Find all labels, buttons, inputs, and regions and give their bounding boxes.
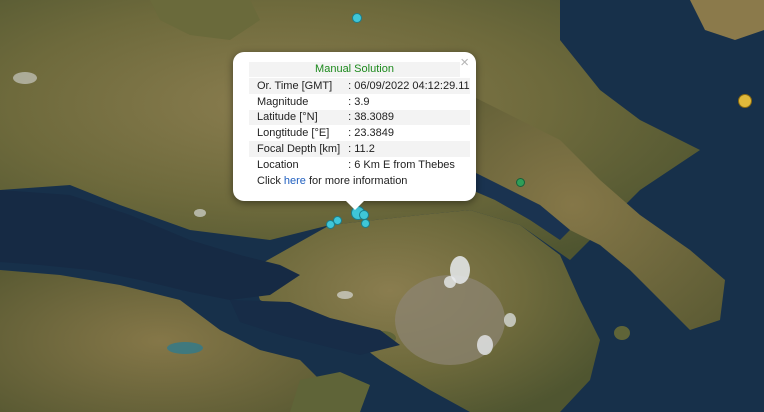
detail-value: : 6 Km E from Thebes: [340, 156, 470, 173]
quake-marker[interactable]: [361, 219, 370, 228]
detail-value: : 23.3849: [340, 125, 470, 142]
satellite-map[interactable]: × Manual Solution Or. Time [GMT]: 06/09/…: [0, 0, 764, 412]
detail-label: Or. Time [GMT]: [249, 78, 341, 94]
detail-value: : 38.3089: [340, 109, 470, 126]
quake-marker[interactable]: [326, 220, 335, 229]
more-info-link[interactable]: here: [284, 175, 306, 187]
quake-marker[interactable]: [352, 13, 362, 23]
event-info-popup: × Manual Solution Or. Time [GMT]: 06/09/…: [233, 52, 476, 210]
detail-row: Location: 6 Km E from Thebes: [249, 156, 470, 173]
detail-value: : 06/09/2022 04:12:29.11: [340, 78, 470, 94]
event-details-table: Or. Time [GMT]: 06/09/2022 04:12:29.11 Ma…: [249, 78, 470, 173]
detail-label: Magnitude: [249, 93, 341, 110]
detail-row: Magnitude: 3.9: [249, 93, 470, 110]
detail-label: Latitude [°N]: [249, 109, 341, 126]
detail-label: Location: [249, 156, 341, 173]
quake-marker-green[interactable]: [516, 178, 525, 187]
detail-row: Latitude [°N]: 38.3089: [249, 109, 470, 126]
close-icon[interactable]: ×: [460, 55, 469, 70]
detail-label: Focal Depth [km]: [249, 141, 341, 157]
quake-marker-yellow[interactable]: [738, 94, 752, 108]
detail-value: : 3.9: [340, 93, 470, 110]
popup-title: Manual Solution: [249, 62, 460, 77]
more-info-line: Click here for more information: [257, 174, 408, 187]
detail-row: Longtitude [°E]: 23.3849: [249, 125, 470, 142]
detail-row: Focal Depth [km]: 11.2: [249, 141, 470, 157]
detail-row: Or. Time [GMT]: 06/09/2022 04:12:29.11: [249, 78, 470, 94]
detail-value: : 11.2: [340, 141, 470, 157]
detail-label: Longtitude [°E]: [249, 125, 341, 142]
